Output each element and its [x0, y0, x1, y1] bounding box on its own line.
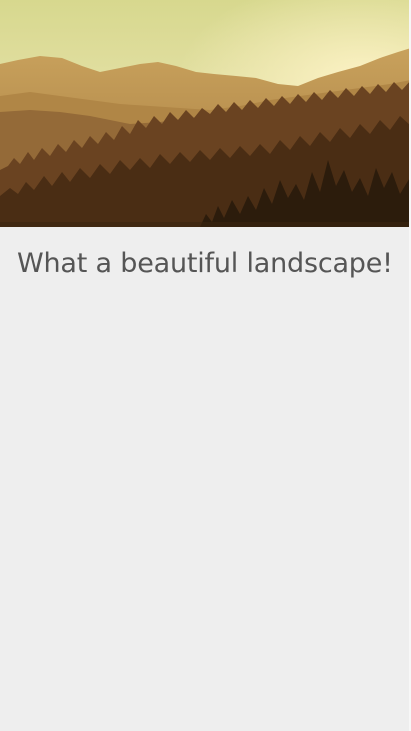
hero-landscape-image [0, 0, 411, 227]
landscape-illustration [0, 0, 411, 227]
app-screen: What a beautiful landscape! [0, 0, 411, 731]
image-bottom-shade [0, 222, 411, 227]
landscape-caption: What a beautiful landscape! [17, 248, 393, 279]
